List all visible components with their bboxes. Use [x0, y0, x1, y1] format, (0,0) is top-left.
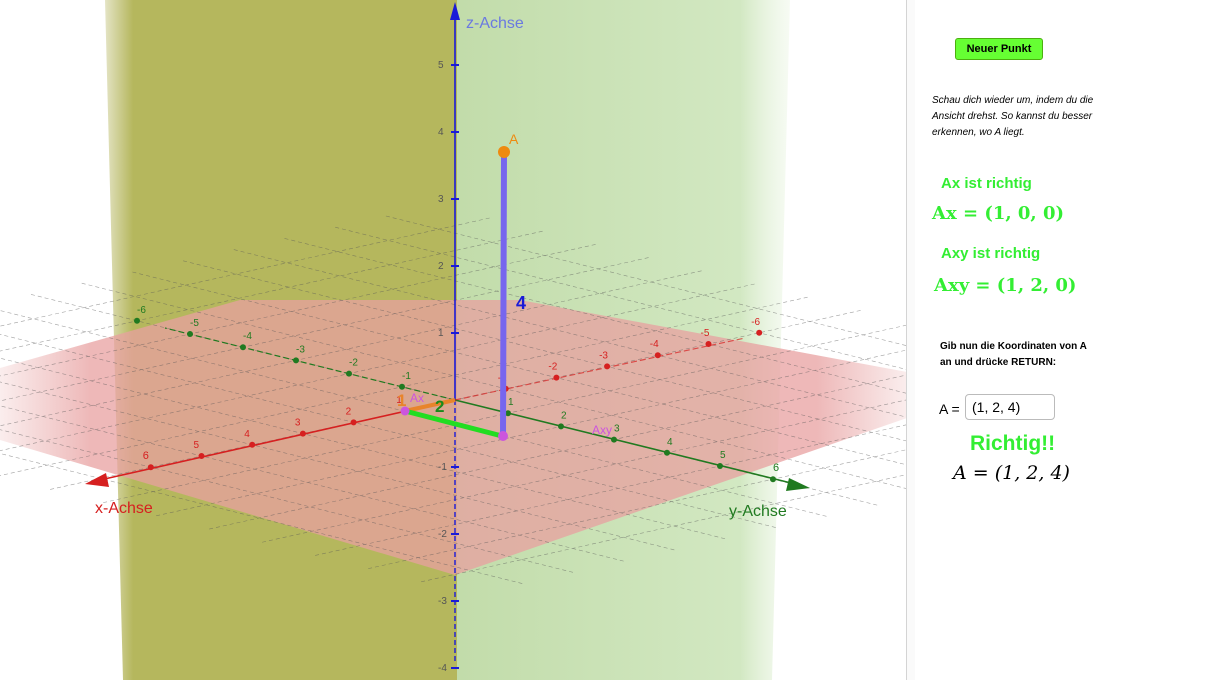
- y-tick-mark: [770, 476, 776, 483]
- x-tick-mark: [147, 464, 154, 471]
- y-tick-mark: [134, 317, 140, 324]
- z-tick-label: 5: [438, 60, 444, 71]
- x-tick-mark: [299, 430, 306, 437]
- point-axy-label: Axy: [592, 423, 612, 437]
- y-tick-mark: [399, 383, 405, 390]
- segment-x-label: 1: [397, 391, 406, 410]
- x-tick-mark: [198, 453, 205, 459]
- x-tick-mark: [553, 374, 560, 381]
- y-axis-arrow-icon: [786, 478, 810, 491]
- x-tick-label: -4: [650, 339, 659, 350]
- y-tick-mark: [717, 463, 723, 469]
- point-axy[interactable]: [498, 431, 508, 441]
- z-tick-label: -1: [438, 462, 447, 473]
- x-tick-label: -5: [701, 328, 710, 339]
- x-tick-label: 3: [295, 418, 301, 429]
- graphics-view-3d[interactable]: -6 -5 -4 -3 -2 -1 1 2 3 4 5 6 -6 -5 -4 -3 -2 -1 1 2 3 4 5 6 5 4 3 2…: [0, 0, 907, 680]
- ax-formula: Ax = (1, 0, 0): [932, 203, 1064, 224]
- z-tick-label: -2: [438, 529, 447, 540]
- x-axis-arrow-icon: [85, 473, 109, 487]
- coordinate-input[interactable]: [965, 394, 1055, 420]
- y-tick-mark: [187, 331, 193, 337]
- segment-z-label: 4: [516, 293, 526, 313]
- y-tick-mark: [664, 449, 670, 456]
- x-tick-label: -6: [751, 317, 760, 328]
- point-ax-label: Ax: [410, 391, 424, 405]
- y-tick-label: 6: [773, 462, 779, 474]
- scene-3d[interactable]: -6 -5 -4 -3 -2 -1 1 2 3 4 5 6 -6 -5 -4 -3 -2 -1 1 2 3 4 5 6 5 4 3 2…: [0, 0, 907, 680]
- x-tick-mark: [249, 441, 256, 448]
- result-formula: A = (1, 2, 4): [953, 462, 1070, 484]
- segment-y-label: 2: [435, 397, 444, 416]
- point-a[interactable]: [498, 146, 510, 158]
- result-text: Richtig!!: [970, 432, 1056, 455]
- x-tick-label: 2: [346, 406, 352, 417]
- x-tick-label: 4: [244, 429, 250, 440]
- axy-formula: Axy = (1, 2, 0): [934, 275, 1077, 296]
- x-tick-mark: [350, 419, 357, 426]
- y-tick-mark: [293, 357, 299, 364]
- x-tick-mark: [705, 341, 712, 347]
- z-tick-label: 3: [438, 194, 444, 205]
- axy-status: Axy ist richtig: [941, 245, 1041, 262]
- prompt-text: Gib nun die Koordinaten von A an und drü…: [940, 341, 1087, 368]
- x-tick-label: 6: [143, 450, 149, 462]
- x-tick-mark: [604, 363, 611, 370]
- ax-status: Ax ist richtig: [941, 175, 1032, 192]
- x-tick-mark: [654, 352, 661, 359]
- point-a-label: A: [509, 131, 519, 147]
- y-tick-label: -5: [190, 318, 199, 329]
- y-tick-mark: [346, 370, 352, 377]
- segment-z: [500, 151, 507, 437]
- y-tick-label: -3: [296, 344, 305, 355]
- input-label: A =: [939, 401, 960, 417]
- new-point-button[interactable]: Neuer Punkt: [955, 38, 1043, 60]
- z-tick-label: -4: [438, 663, 447, 674]
- y-tick-mark: [558, 423, 564, 430]
- y-tick-label: 1: [508, 397, 514, 408]
- y-tick-mark: [240, 344, 246, 351]
- y-tick-label: 4: [667, 437, 673, 448]
- z-axis-label: z-Achse: [466, 15, 524, 32]
- y-tick-mark: [611, 436, 617, 443]
- y-tick-label: -1: [402, 371, 411, 382]
- y-axis-label: y-Achse: [729, 503, 787, 520]
- algebra-panel: Neuer Punkt Schau dich wieder um, indem …: [915, 0, 1221, 680]
- y-tick-label: 5: [720, 450, 726, 461]
- x-tick-label: 5: [194, 440, 200, 451]
- x-tick-label: -2: [548, 362, 557, 373]
- y-tick-label: 2: [561, 410, 567, 421]
- x-tick-mark: [756, 329, 763, 336]
- hint-text: Schau dich wieder um, indem du die Ansic…: [932, 95, 1094, 138]
- y-tick-label: -4: [243, 331, 252, 342]
- y-tick-label: 3: [614, 424, 620, 435]
- z-tick-label: 2: [438, 261, 444, 272]
- z-tick-label: 1: [438, 328, 444, 339]
- x-tick-label: -3: [599, 350, 608, 361]
- z-tick-label: -3: [438, 596, 447, 607]
- x-axis-label: x-Achse: [95, 500, 153, 517]
- y-tick-label: -6: [137, 305, 146, 316]
- z-tick-label: 4: [438, 127, 444, 138]
- y-tick-label: -2: [349, 358, 358, 369]
